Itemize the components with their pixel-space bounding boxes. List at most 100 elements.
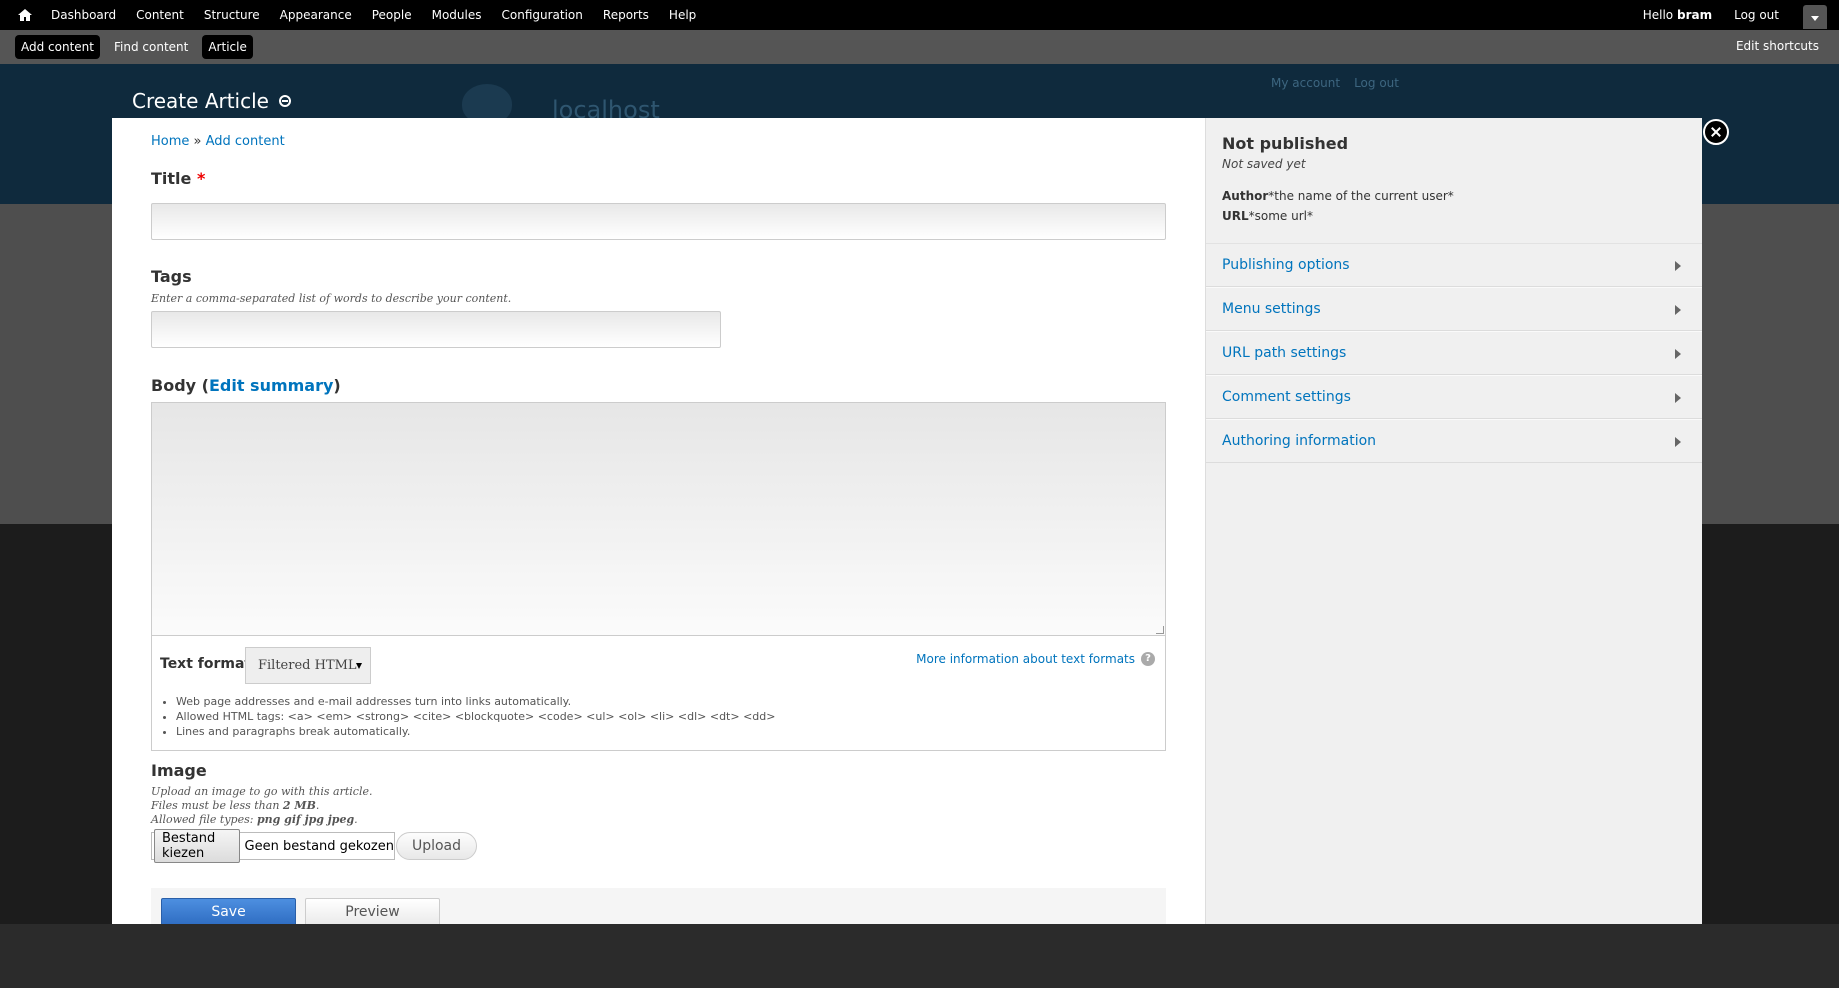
breadcrumb: Home » Add content <box>151 134 285 149</box>
image-size-value: 2 MB <box>282 799 316 812</box>
menu-reports[interactable]: Reports <box>603 0 649 30</box>
tab-publishing-options[interactable]: Publishing options <box>1206 243 1702 287</box>
menu-dashboard[interactable]: Dashboard <box>51 0 116 30</box>
dropdown-arrow-icon <box>356 663 362 669</box>
help-icon[interactable]: ? <box>1141 652 1155 666</box>
body-label-text: Body ( <box>151 376 209 395</box>
home-icon[interactable] <box>16 6 34 24</box>
image-file-input[interactable]: Bestand kiezen Geen bestand gekozen <box>151 829 395 863</box>
background-bottom <box>0 924 1839 988</box>
menu-people[interactable]: People <box>372 0 412 30</box>
background-my-account: My account <box>1271 76 1341 90</box>
breadcrumb-add-content[interactable]: Add content <box>206 134 285 149</box>
close-icon[interactable] <box>1703 119 1729 145</box>
tip-item: Allowed HTML tags: <a> <em> <strong> <ci… <box>176 709 775 724</box>
text-format-tips: Web page addresses and e-mail addresses … <box>176 694 775 739</box>
triangle-right-icon <box>1675 261 1681 271</box>
author-meta: Author*the name of the current user* <box>1222 189 1454 203</box>
shortcut-bar: Add content Find content Article Edit sh… <box>0 30 1839 64</box>
logout-link[interactable]: Log out <box>1734 8 1779 22</box>
tab-label: Authoring information <box>1222 433 1377 449</box>
hello-text: Hello <box>1642 8 1674 22</box>
shortcut-find-content[interactable]: Find content <box>108 35 194 59</box>
text-format-wrapper: Text format Filtered HTML More informati… <box>151 636 1166 751</box>
overlay-title-bar: Create Article <box>132 89 291 113</box>
image-desc-line: Upload an image to go with this article. <box>151 785 373 798</box>
triangle-right-icon <box>1675 349 1681 359</box>
toolbar-user-area: Hello bram Log out <box>1643 0 1839 30</box>
shortcut-article[interactable]: Article <box>202 35 253 59</box>
settings-sidebar: Not published Not saved yet Author*the n… <box>1205 118 1702 924</box>
menu-help[interactable]: Help <box>669 0 696 30</box>
image-types-pre: Allowed file types: <box>151 813 257 826</box>
image-description: Upload an image to go with this article.… <box>151 785 372 827</box>
tab-label: Comment settings <box>1222 389 1351 405</box>
shortcut-items: Add content Find content Article <box>15 35 261 59</box>
choose-file-button[interactable]: Bestand kiezen <box>154 829 240 863</box>
edit-summary-link[interactable]: Edit summary <box>209 376 333 395</box>
tab-authoring-information[interactable]: Authoring information <box>1206 419 1702 463</box>
vertical-tabs: Publishing options Menu settings URL pat… <box>1206 243 1702 463</box>
upload-button[interactable]: Upload <box>396 832 477 860</box>
saved-status: Not saved yet <box>1222 157 1306 171</box>
image-size-post: . <box>315 799 320 812</box>
title-label-text: Title <box>151 169 192 188</box>
title-input[interactable] <box>151 203 1166 240</box>
menu-content[interactable]: Content <box>136 0 184 30</box>
text-format-more-link[interactable]: More information about text formats <box>916 652 1135 666</box>
node-form-main: Home » Add content Title * Tags Enter a … <box>112 118 1205 924</box>
save-button[interactable]: Save <box>161 898 296 924</box>
menu-configuration[interactable]: Configuration <box>502 0 583 30</box>
tab-menu-settings[interactable]: Menu settings <box>1206 287 1702 331</box>
username[interactable]: bram <box>1677 8 1712 22</box>
tags-label: Tags <box>151 267 192 286</box>
background-user-links: My account Log out <box>1271 76 1413 90</box>
admin-toolbar: Dashboard Content Structure Appearance P… <box>0 0 1839 30</box>
menu-structure[interactable]: Structure <box>204 0 260 30</box>
preview-button[interactable]: Preview <box>305 898 440 924</box>
triangle-right-icon <box>1675 437 1681 447</box>
url-meta-value: *some url* <box>1248 209 1313 223</box>
background-log-out: Log out <box>1354 76 1399 90</box>
tip-item: Web page addresses and e-mail addresses … <box>176 694 775 709</box>
text-format-value: Filtered HTML <box>258 658 357 673</box>
menu-modules[interactable]: Modules <box>432 0 482 30</box>
image-types-value: png gif jpg jpeg <box>256 813 355 826</box>
tab-label: Menu settings <box>1222 301 1321 317</box>
tab-comment-settings[interactable]: Comment settings <box>1206 375 1702 419</box>
required-marker: * <box>196 169 206 188</box>
breadcrumb-home[interactable]: Home <box>151 134 189 149</box>
image-label: Image <box>151 761 207 780</box>
body-label-close: ) <box>333 376 341 395</box>
image-size-line: Files must be less than 2 MB. <box>151 799 372 813</box>
text-format-help: More information about text formats ? <box>916 652 1155 666</box>
body-label: Body (Edit summary) <box>151 376 341 395</box>
edit-shortcuts-link[interactable]: Edit shortcuts <box>1736 39 1819 53</box>
image-types-post: . <box>354 813 358 826</box>
author-meta-value: *the name of the current user* <box>1268 189 1454 203</box>
text-format-select[interactable]: Filtered HTML <box>245 647 371 684</box>
title-label: Title * <box>151 169 205 188</box>
triangle-right-icon <box>1675 393 1681 403</box>
breadcrumb-separator: » <box>189 134 206 149</box>
form-actions: Save Preview <box>151 888 1166 924</box>
tags-input[interactable] <box>151 311 721 348</box>
shortcuts-drawer-toggle[interactable] <box>1803 5 1827 29</box>
tab-label: Publishing options <box>1222 257 1350 273</box>
text-format-label: Text format <box>160 656 252 672</box>
hello-user: Hello bram <box>1643 8 1712 22</box>
body-textarea[interactable] <box>151 402 1166 636</box>
tags-description: Enter a comma-separated list of words to… <box>151 292 512 305</box>
shortcut-add-content[interactable]: Add content <box>15 35 100 59</box>
author-meta-label: Author <box>1222 189 1269 203</box>
url-meta-label: URL <box>1222 209 1249 223</box>
menu-appearance[interactable]: Appearance <box>280 0 352 30</box>
shortcut-remove-icon[interactable] <box>278 95 291 107</box>
no-file-chosen: Geen bestand gekozen <box>244 838 394 854</box>
resize-handle[interactable] <box>1156 626 1164 634</box>
page-title: Create Article <box>132 89 269 113</box>
image-size-pre: Files must be less than <box>151 799 283 812</box>
tab-url-path-settings[interactable]: URL path settings <box>1206 331 1702 375</box>
tip-item: Lines and paragraphs break automatically… <box>176 724 775 739</box>
tab-label: URL path settings <box>1222 345 1347 361</box>
